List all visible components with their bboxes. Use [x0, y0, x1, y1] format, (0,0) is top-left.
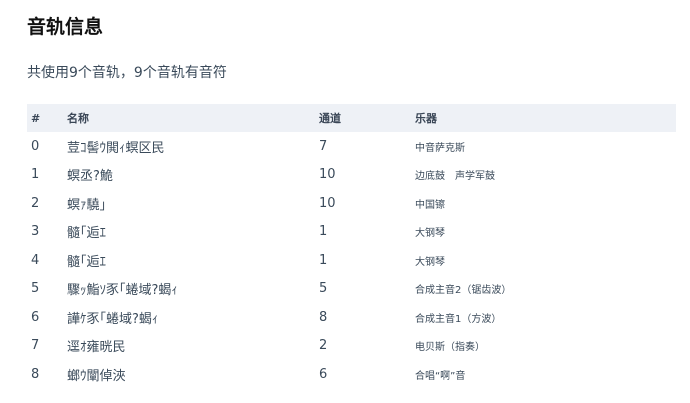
- track-name: 逕ｵ雍晄民: [67, 340, 126, 356]
- track-instrument: 大钢琴: [415, 228, 445, 240]
- track-index: 0: [31, 138, 40, 154]
- track-name: 髓｢逅ｴ: [67, 254, 107, 270]
- track-instrument: 合成主音2（锯齿波）: [415, 285, 512, 297]
- track-index: 3: [31, 224, 40, 240]
- track-index: 4: [31, 252, 40, 268]
- track-index: 2: [31, 195, 40, 211]
- track-instrument: 合唱“啊”音: [415, 370, 466, 382]
- column-header-instrument: 乐器: [415, 112, 437, 125]
- track-table-body: 0 荳ｺ髻ｳ閧ｨ螟区民 7 中音萨克斯 1 螟丞?鮠 10 边底鼓 声学军鼓 2…: [27, 132, 676, 389]
- track-index: 8: [31, 366, 40, 382]
- track-name: 驟ｯ鮨ｿ豕｢蜷域?蝎ｨ: [67, 283, 178, 299]
- table-row: 6 譁ｹ豕｢蜷域?蝎ｨ 8 合成主音1（方波）: [27, 303, 676, 332]
- track-name: 螂ｳ闡倬浹: [67, 368, 126, 384]
- track-instrument: 中国镲: [415, 199, 445, 211]
- track-table-header: # 名称 通道 乐器: [27, 104, 676, 132]
- track-channel: 1: [319, 224, 328, 240]
- track-table: # 名称 通道 乐器 0 荳ｺ髻ｳ閧ｨ螟区民 7 中音萨克斯 1 螟丞?鮠 10…: [27, 104, 676, 389]
- track-summary: 共使用9个音轨，9个音轨有音符: [27, 65, 227, 81]
- track-instrument: 中音萨克斯: [415, 142, 465, 154]
- track-channel: 10: [319, 195, 336, 211]
- table-row: 1 螟丞?鮠 10 边底鼓 声学军鼓: [27, 161, 676, 190]
- track-instrument: 大钢琴: [415, 256, 445, 268]
- track-name: 荳ｺ髻ｳ閧ｨ螟区民: [67, 140, 165, 156]
- track-index: 5: [31, 281, 40, 297]
- table-row: 8 螂ｳ闡倬浹 6 合唱“啊”音: [27, 360, 676, 389]
- table-row: 3 髓｢逅ｴ 1 大钢琴: [27, 218, 676, 247]
- track-channel: 10: [319, 167, 336, 183]
- table-row: 4 髓｢逅ｴ 1 大钢琴: [27, 246, 676, 275]
- track-index: 7: [31, 338, 40, 354]
- table-header-row: # 名称 通道 乐器: [27, 104, 676, 132]
- column-header-index: #: [31, 111, 41, 125]
- table-row: 2 螟ｧ驍｣ 10 中国镲: [27, 189, 676, 218]
- track-index: 1: [31, 167, 40, 183]
- track-channel: 8: [319, 309, 328, 325]
- column-header-name: 名称: [67, 112, 89, 125]
- track-name: 譁ｹ豕｢蜷域?蝎ｨ: [67, 311, 159, 327]
- table-row: 7 逕ｵ雍晄民 2 电贝斯（指奏）: [27, 332, 676, 361]
- track-instrument: 边底鼓 声学军鼓: [415, 171, 495, 183]
- track-channel: 5: [319, 281, 328, 297]
- track-channel: 6: [319, 366, 328, 382]
- track-channel: 1: [319, 252, 328, 268]
- track-name: 螟ｧ驍｣: [67, 197, 107, 213]
- table-row: 5 驟ｯ鮨ｿ豕｢蜷域?蝎ｨ 5 合成主音2（锯齿波）: [27, 275, 676, 304]
- page-title: 音轨信息: [27, 16, 104, 38]
- track-instrument: 电贝斯（指奏）: [415, 342, 485, 354]
- track-instrument: 合成主音1（方波）: [415, 313, 502, 325]
- track-channel: 2: [319, 338, 328, 354]
- track-channel: 7: [319, 138, 328, 154]
- track-name: 螟丞?鮠: [67, 169, 113, 185]
- track-info-page: 音轨信息 共使用9个音轨，9个音轨有音符 # 名称 通道 乐器 0 荳ｺ髻ｳ閧ｨ…: [0, 0, 690, 403]
- table-row: 0 荳ｺ髻ｳ閧ｨ螟区民 7 中音萨克斯: [27, 132, 676, 161]
- track-name: 髓｢逅ｴ: [67, 226, 107, 242]
- column-header-channel: 通道: [319, 112, 341, 125]
- track-index: 6: [31, 309, 40, 325]
